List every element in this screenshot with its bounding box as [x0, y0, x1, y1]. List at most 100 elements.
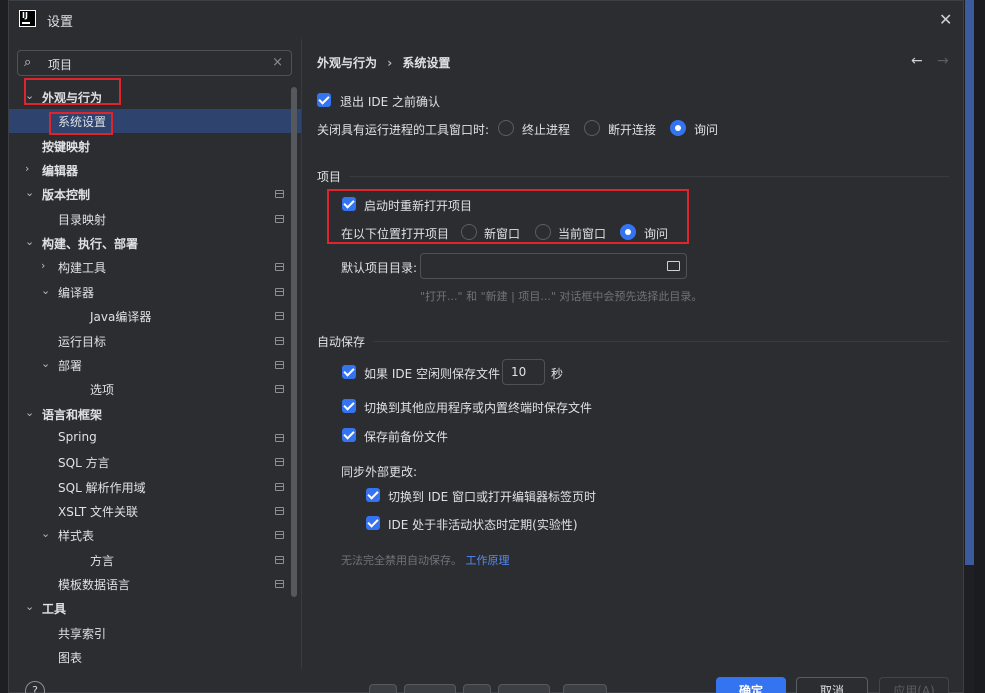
sidebar-item[interactable]: Spring	[9, 426, 301, 450]
breadcrumb-current: 系统设置	[402, 56, 451, 70]
radio-disconnect[interactable]	[584, 120, 600, 136]
project-scope-icon	[275, 385, 284, 394]
sidebar-item-label: 编译器	[58, 285, 95, 300]
sidebar-item[interactable]: SQL 解析作用域	[9, 475, 301, 499]
sidebar-item[interactable]: ⌄ 部署	[9, 353, 301, 377]
sidebar-item[interactable]: SQL 方言	[9, 450, 301, 474]
switch-save-checkbox[interactable]	[342, 399, 356, 413]
sidebar-item-label: XSLT 文件关联	[58, 504, 139, 519]
app-icon: IJ	[19, 10, 36, 27]
sidebar-item[interactable]: › 构建工具	[9, 255, 301, 279]
settings-dialog: IJ 设置 ✕ ⌕ 项目 × ⌄ 外观与行为 系统设置 按键映射 › 编辑器 ⌄ 版本控制 目录…	[8, 0, 964, 693]
taskbar-item	[563, 684, 607, 693]
sidebar-item-label: 图表	[58, 651, 83, 666]
apply-button[interactable]: 应用(A)	[879, 677, 949, 693]
default-dir-hint: "打开..." 和 "新建 | 项目..." 对话框中会预先选择此目录。	[420, 290, 703, 303]
sidebar-item[interactable]: ⌄ 编译器	[9, 280, 301, 304]
radio-ask-open[interactable]	[620, 224, 636, 240]
folder-icon[interactable]	[667, 261, 680, 271]
sidebar-item-label: 外观与行为	[42, 91, 103, 105]
chevron-down-icon[interactable]: ⌄	[25, 89, 34, 102]
autosave-note: 无法完全禁用自动保存。 工作原理	[341, 552, 510, 568]
sidebar-item[interactable]: 共享索引	[9, 621, 301, 645]
sync-inactive-checkbox[interactable]	[366, 516, 380, 530]
settings-sidebar: ⌕ 项目 × ⌄ 外观与行为系统设置按键映射 › 编辑器 ⌄ 版本控制目录映射 ⌄ 构建、执行…	[9, 39, 301, 669]
idle-seconds-unit: 秒	[551, 367, 564, 381]
how-it-works-link[interactable]: 工作原理	[466, 554, 510, 567]
breadcrumb: 外观与行为 › 系统设置	[317, 54, 450, 71]
sidebar-item[interactable]: ⌄ 语言和框架	[9, 402, 301, 426]
radio-terminate-label: 终止进程	[522, 123, 571, 137]
chevron-down-icon[interactable]: ⌄	[41, 357, 50, 370]
sidebar-item[interactable]: 模板数据语言	[9, 572, 301, 596]
confirm-exit-label: 退出 IDE 之前确认	[340, 95, 440, 109]
radio-disconnect-label: 断开连接	[608, 123, 657, 137]
idle-save-checkbox[interactable]	[342, 365, 356, 379]
sidebar-item[interactable]: ⌄ 外观与行为	[9, 85, 301, 109]
project-scope-icon	[275, 531, 284, 540]
close-icon[interactable]: ✕	[939, 10, 952, 29]
sidebar-item[interactable]: › 编辑器	[9, 158, 301, 182]
sidebar-scrollbar[interactable]	[291, 87, 297, 597]
sidebar-item[interactable]: ⌄ 工具	[9, 596, 301, 620]
sidebar-item-label: 共享索引	[58, 626, 107, 641]
project-section-title: 项目	[317, 170, 342, 184]
sidebar-item[interactable]: 选项	[9, 377, 301, 401]
radio-terminate[interactable]	[498, 120, 514, 136]
help-button[interactable]: ?	[25, 681, 45, 693]
idle-seconds-input[interactable]: 10	[502, 359, 545, 385]
search-input[interactable]: ⌕ 项目 ×	[17, 50, 292, 76]
taskbar-item	[369, 684, 397, 693]
chevron-down-icon[interactable]: ⌄	[25, 406, 34, 419]
sidebar-item-label: 版本控制	[42, 188, 91, 203]
chevron-right-icon[interactable]: ›	[25, 162, 29, 175]
sidebar-item[interactable]: 运行目标	[9, 329, 301, 353]
sync-switch-checkbox[interactable]	[366, 488, 380, 502]
clear-search-icon[interactable]: ×	[272, 55, 283, 70]
cancel-button[interactable]: 取消	[796, 677, 868, 693]
radio-ask-close-label: 询问	[694, 123, 719, 137]
search-value: 项目	[48, 58, 73, 72]
project-scope-icon	[275, 555, 284, 564]
chevron-right-icon[interactable]: ›	[41, 259, 45, 272]
confirm-exit-checkbox[interactable]	[317, 93, 331, 107]
sync-inactive-label: IDE 处于非活动状态时定期(实验性)	[388, 518, 578, 532]
sidebar-item[interactable]: ⌄ 版本控制	[9, 182, 301, 206]
taskbar-item	[463, 684, 491, 693]
sidebar-item[interactable]: 按键映射	[9, 134, 301, 158]
sidebar-item[interactable]: XSLT 文件关联	[9, 499, 301, 523]
radio-ask-close[interactable]	[670, 120, 686, 136]
sidebar-item-label: Spring	[58, 429, 97, 444]
sidebar-item-label: Java编译器	[90, 310, 152, 325]
reopen-checkbox[interactable]	[342, 197, 356, 211]
sidebar-item[interactable]: 系统设置	[9, 109, 301, 134]
chevron-down-icon[interactable]: ⌄	[25, 235, 34, 248]
forward-arrow-icon[interactable]: →	[937, 53, 949, 69]
radio-new-window[interactable]	[461, 224, 477, 240]
breadcrumb-parent[interactable]: 外观与行为	[317, 56, 377, 70]
project-scope-icon	[275, 506, 284, 515]
sidebar-item[interactable]: 目录映射	[9, 207, 301, 231]
sidebar-item[interactable]: 方言	[9, 548, 301, 572]
back-arrow-icon[interactable]: ←	[911, 53, 923, 69]
sidebar-item[interactable]: ⌄ 构建、执行、部署	[9, 231, 301, 255]
sidebar-item[interactable]: Java编译器	[9, 304, 301, 328]
default-dir-field[interactable]	[420, 253, 687, 279]
chevron-down-icon[interactable]: ⌄	[25, 600, 34, 613]
sidebar-item-label: 按键映射	[42, 139, 91, 154]
radio-ask-open-label: 询问	[644, 227, 669, 241]
sidebar-item-label: 方言	[90, 553, 115, 568]
radio-current-window[interactable]	[535, 224, 551, 240]
sidebar-item[interactable]: ⌄ 样式表	[9, 523, 301, 547]
chevron-down-icon[interactable]: ⌄	[41, 284, 50, 297]
sidebar-item[interactable]: 图表	[9, 645, 301, 669]
sidebar-item-label: 模板数据语言	[58, 578, 131, 592]
sync-switch-label: 切换到 IDE 窗口或打开编辑器标签页时	[388, 490, 596, 504]
project-section-divider	[349, 176, 949, 177]
project-scope-icon	[275, 214, 284, 223]
ok-button[interactable]: 确定	[716, 677, 786, 693]
chevron-down-icon[interactable]: ⌄	[25, 186, 34, 199]
backup-checkbox[interactable]	[342, 428, 356, 442]
chevron-down-icon[interactable]: ⌄	[41, 527, 50, 540]
sidebar-item-label: 样式表	[58, 529, 95, 544]
